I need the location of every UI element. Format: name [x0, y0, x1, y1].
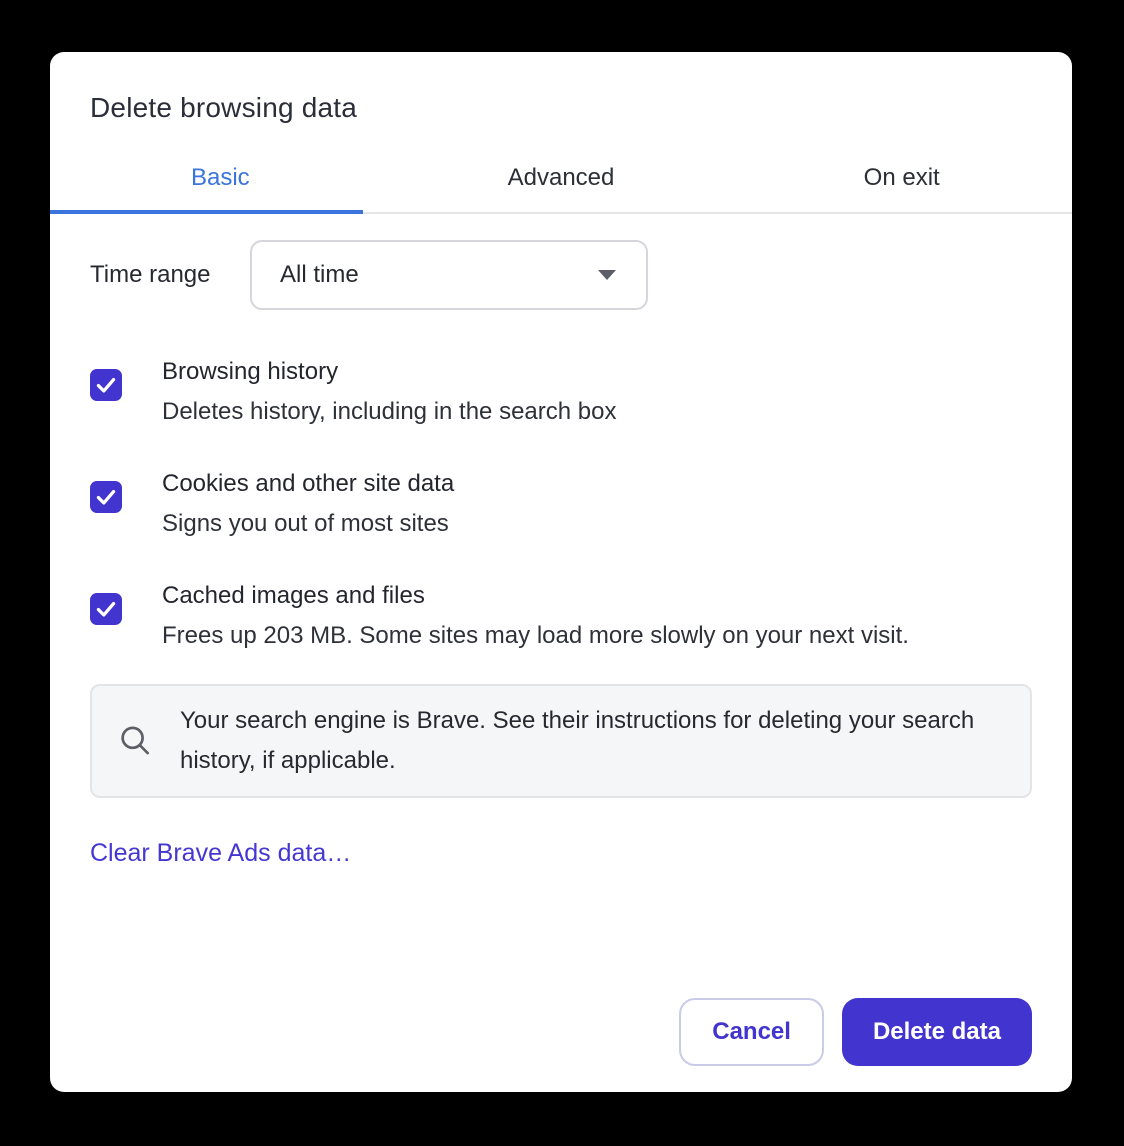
checkmark-icon	[93, 484, 119, 510]
dialog-content: Time range All time Browsing history Del…	[50, 214, 1072, 1092]
checkmark-icon	[93, 372, 119, 398]
browsing-history-text: Browsing history Deletes history, includ…	[162, 352, 616, 432]
clear-brave-ads-data-link[interactable]: Clear Brave Ads data…	[90, 838, 351, 868]
browsing-history-checkbox[interactable]	[90, 369, 122, 401]
tab-strip: Basic Advanced On exit	[50, 152, 1072, 214]
checkbox-item-title: Cookies and other site data	[162, 464, 454, 504]
tab-basic[interactable]: Basic	[50, 152, 391, 212]
checkbox-item-description: Signs you out of most sites	[162, 504, 454, 544]
cached-images-row: Cached images and files Frees up 203 MB.…	[90, 576, 1032, 656]
chevron-down-icon	[598, 270, 616, 280]
search-engine-notice: Your search engine is Brave. See their i…	[90, 684, 1032, 798]
cookies-row: Cookies and other site data Signs you ou…	[90, 464, 1032, 544]
cookies-text: Cookies and other site data Signs you ou…	[162, 464, 454, 544]
search-engine-notice-text: Your search engine is Brave. See their i…	[180, 701, 1006, 781]
dialog-actions: Cancel Delete data	[90, 998, 1032, 1066]
cancel-button[interactable]: Cancel	[679, 998, 824, 1066]
tab-advanced[interactable]: Advanced	[391, 152, 732, 212]
tab-on-exit[interactable]: On exit	[731, 152, 1072, 212]
time-range-selected-value: All time	[280, 261, 359, 289]
dialog-title: Delete browsing data	[90, 90, 1032, 126]
time-range-row: Time range All time	[90, 240, 1032, 310]
browsing-history-row: Browsing history Deletes history, includ…	[90, 352, 1032, 432]
delete-browsing-data-dialog: Delete browsing data Basic Advanced On e…	[50, 52, 1072, 1092]
checkmark-icon	[93, 596, 119, 622]
checkbox-item-title: Cached images and files	[162, 576, 909, 616]
checkbox-item-title: Browsing history	[162, 352, 616, 392]
cached-images-checkbox[interactable]	[90, 593, 122, 625]
cached-images-text: Cached images and files Frees up 203 MB.…	[162, 576, 909, 656]
search-icon	[116, 722, 154, 760]
time-range-label: Time range	[90, 261, 250, 289]
time-range-select[interactable]: All time	[250, 240, 648, 310]
checkbox-item-description: Frees up 203 MB. Some sites may load mor…	[162, 616, 909, 656]
cookies-checkbox[interactable]	[90, 481, 122, 513]
checkbox-item-description: Deletes history, including in the search…	[162, 392, 616, 432]
delete-data-button[interactable]: Delete data	[842, 998, 1032, 1066]
